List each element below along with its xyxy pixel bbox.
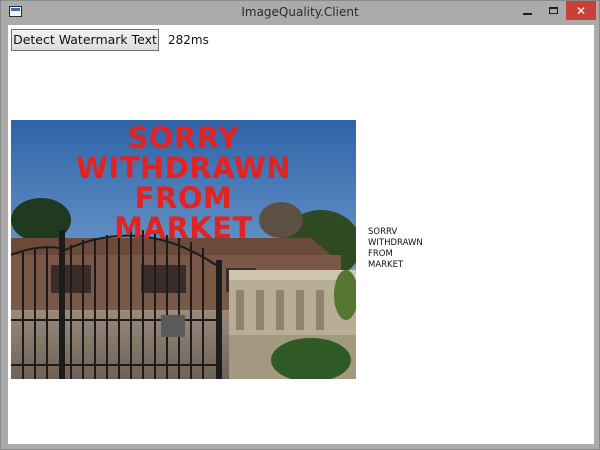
watermark-line: WITHDRAWN xyxy=(75,151,292,185)
detected-text-line: MARKET xyxy=(368,260,404,270)
application-window: ImageQuality.Client ✕ Detect Watermark T… xyxy=(0,0,600,450)
watermark-text: SORRY WITHDRAWN FROM MARKET xyxy=(11,123,356,243)
detect-watermark-button[interactable]: Detect Watermark Text xyxy=(11,29,159,51)
minimize-button[interactable] xyxy=(514,1,540,20)
watermark-line: SORRY xyxy=(127,121,240,155)
client-area: Detect Watermark Text 282ms SORRY WITHDR… xyxy=(8,25,594,444)
detected-text-output: SORRV WITHDRAWN FROM MARKET xyxy=(368,227,423,271)
close-button[interactable]: ✕ xyxy=(566,1,596,20)
window-title: ImageQuality.Client xyxy=(241,5,359,19)
close-icon: ✕ xyxy=(575,3,587,18)
watermark-line: FROM xyxy=(134,181,233,215)
house-photo: SORRY WITHDRAWN FROM MARKET xyxy=(11,120,356,379)
detected-text-line: FROM xyxy=(368,249,393,259)
minimize-icon xyxy=(522,12,532,15)
detected-text-line: WITHDRAWN xyxy=(368,238,423,248)
detected-text-line: SORRV xyxy=(368,227,398,237)
maximize-icon xyxy=(548,7,558,14)
elapsed-time-label: 282ms xyxy=(168,33,209,47)
maximize-button[interactable] xyxy=(540,1,566,20)
title-bar[interactable]: ImageQuality.Client ✕ xyxy=(1,1,599,24)
watermark-line: MARKET xyxy=(114,211,253,245)
